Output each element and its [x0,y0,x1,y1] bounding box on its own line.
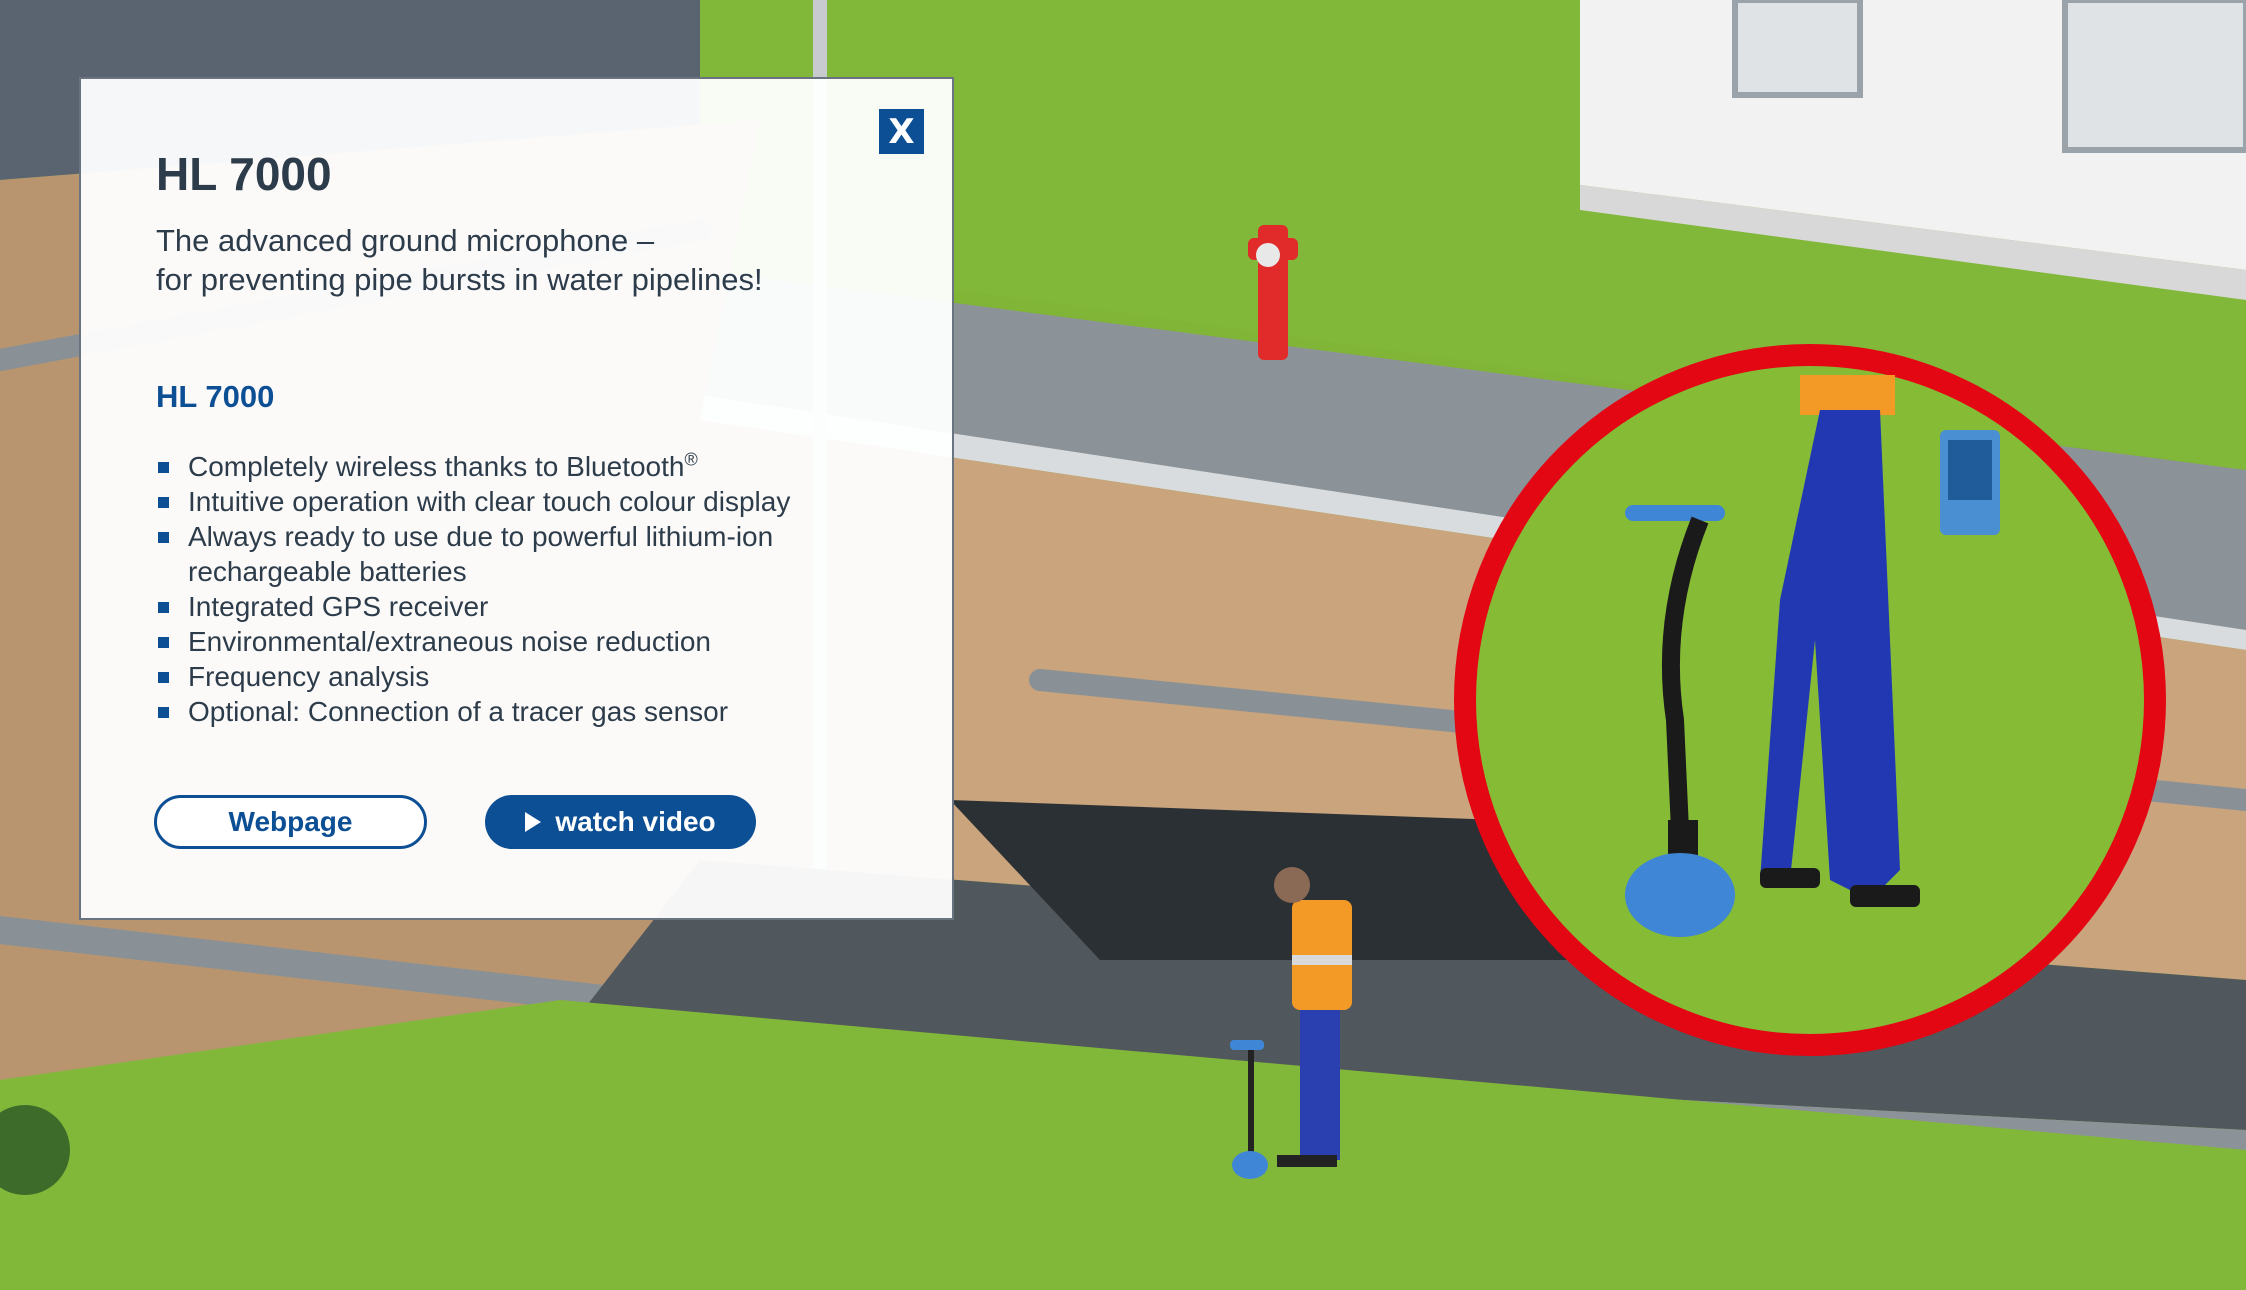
bullet-icon [158,602,169,613]
close-icon: X [888,111,915,152]
feature-list: Completely wireless thanks to Bluetooth®… [156,449,876,729]
feature-item: Optional: Connection of a tracer gas sen… [156,694,876,729]
webpage-button[interactable]: Webpage [154,795,427,849]
panel-title: HL 7000 [156,148,332,200]
feature-item: Completely wireless thanks to Bluetooth® [156,449,876,484]
watch-video-label: watch video [555,806,716,837]
feature-item: Frequency analysis [156,659,876,694]
registered-mark: ® [684,449,698,470]
feature-item: Intuitive operation with clear touch col… [156,484,876,519]
bullet-icon [158,462,169,473]
magnified-detail [1454,344,2166,1056]
webpage-button-label: Webpage [228,806,353,837]
subtitle-line-1: The advanced ground microphone – [156,223,655,258]
feature-item: Always ready to use due to powerful lith… [156,519,876,589]
section-title: HL 7000 [156,379,275,414]
bullet-icon [158,707,169,718]
feature-item: Integrated GPS receiver [156,589,876,624]
product-info-panel: X HL 7000 The advanced ground microphone… [79,77,954,920]
bullet-icon [158,497,169,508]
panel-subtitle: The advanced ground microphone – for pre… [156,221,856,299]
subtitle-line-2: for preventing pipe bursts in water pipe… [156,262,763,297]
feature-item: Environmental/extraneous noise reduction [156,624,876,659]
play-icon [525,812,542,832]
watch-video-button[interactable]: watch video [485,795,756,849]
bullet-icon [158,532,169,543]
bullet-icon [158,637,169,648]
close-button[interactable]: X [879,109,924,154]
bullet-icon [158,672,169,683]
